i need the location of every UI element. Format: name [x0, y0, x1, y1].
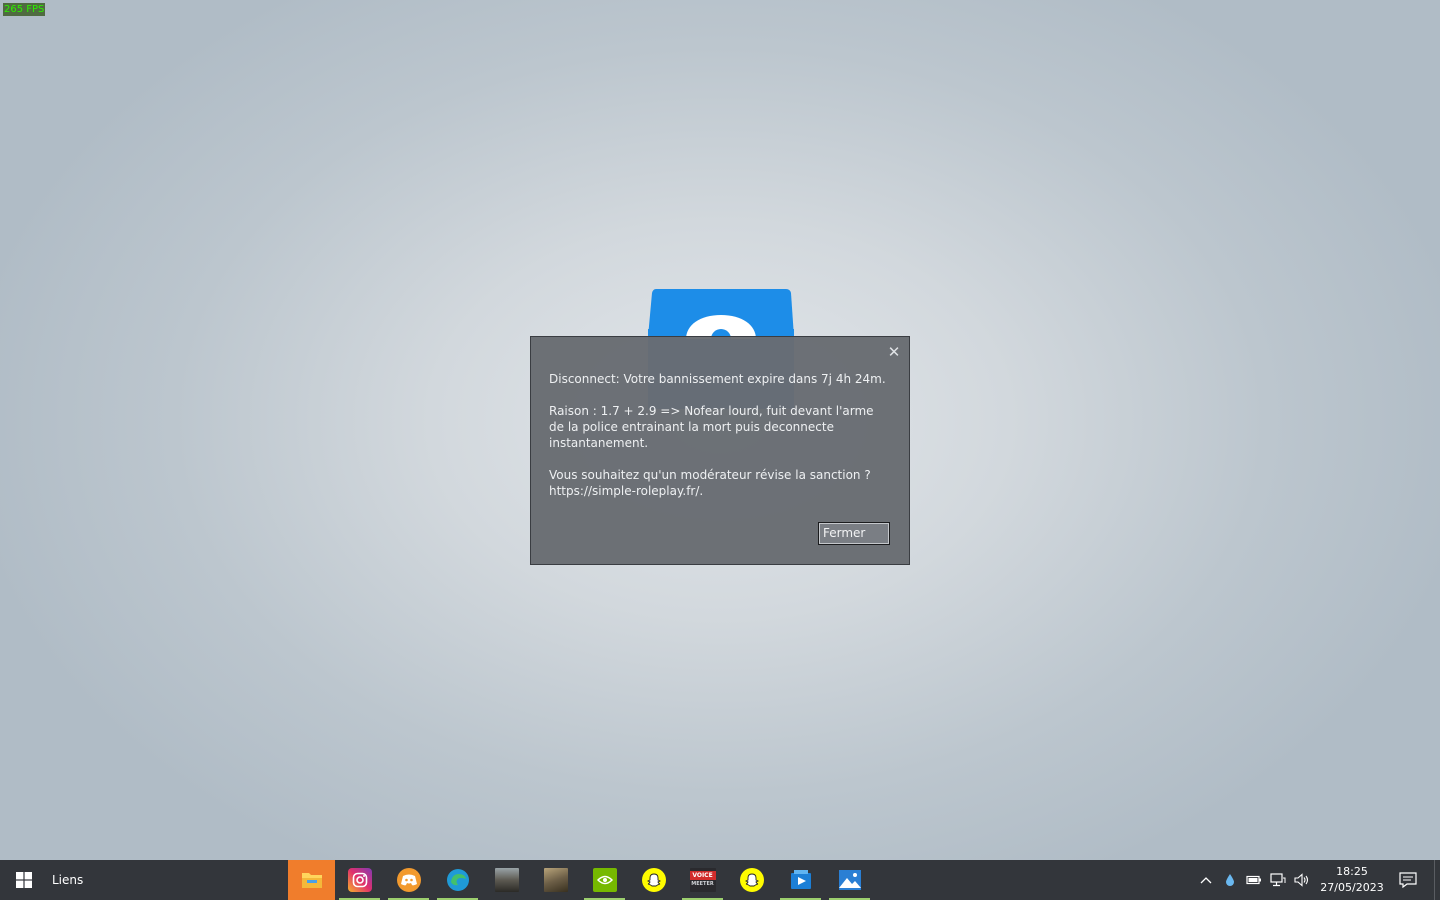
voicemeeter-icon: VOICE MEETER — [689, 868, 716, 892]
dialog-message: Disconnect: Votre bannissement expire da… — [549, 371, 887, 499]
close-icon[interactable]: ✕ — [887, 345, 901, 360]
discord-icon — [396, 868, 421, 892]
links-toolbar[interactable]: Liens — [52, 860, 83, 900]
volume-icon[interactable] — [1294, 872, 1310, 888]
system-tray — [1198, 860, 1310, 900]
appeal-url: https://simple-roleplay.fr/. — [549, 484, 704, 498]
taskbar-app-media-player[interactable] — [776, 860, 825, 900]
game-thumbnail-icon — [494, 868, 519, 892]
taskbar-app-photos[interactable] — [825, 860, 874, 900]
show-desktop-button[interactable] — [1434, 860, 1440, 900]
nvidia-icon — [592, 868, 617, 892]
chevron-up-icon[interactable] — [1198, 872, 1214, 888]
voicemeeter-label-bottom: MEETER — [691, 881, 714, 887]
network-icon[interactable] — [1270, 872, 1286, 888]
clock-time: 18:25 — [1336, 865, 1368, 878]
taskbar-apps: VOICE MEETER — [288, 860, 874, 900]
taskbar-app-voicemeeter[interactable]: VOICE MEETER — [678, 860, 727, 900]
voicemeeter-label-top: VOICE — [689, 871, 716, 880]
taskbar-app-instagram[interactable] — [335, 860, 384, 900]
photos-icon — [838, 870, 861, 890]
snapchat-icon — [641, 868, 666, 892]
appeal-question: Vous souhaitez qu'un modérateur révise l… — [549, 468, 871, 482]
appeal-text: Vous souhaitez qu'un modérateur révise l… — [549, 467, 887, 499]
notification-center-icon[interactable] — [1396, 860, 1420, 900]
taskbar-clock[interactable]: 18:25 27/05/2023 — [1318, 860, 1386, 900]
taskbar-app-game-1[interactable] — [482, 860, 531, 900]
taskbar-app-game-2[interactable] — [531, 860, 580, 900]
taskbar-app-edge[interactable] — [433, 860, 482, 900]
taskbar-app-nvidia[interactable] — [580, 860, 629, 900]
taskbar-app-discord[interactable] — [384, 860, 433, 900]
media-player-icon — [790, 870, 811, 889]
clock-date: 27/05/2023 — [1320, 881, 1384, 894]
snapchat-icon — [739, 868, 764, 892]
windows-logo-icon — [16, 872, 32, 888]
folder-icon — [301, 873, 322, 888]
instagram-icon — [347, 868, 372, 892]
water-drop-icon[interactable] — [1222, 872, 1238, 888]
game-thumbnail-icon — [543, 868, 568, 892]
fps-counter: 265 FPS — [3, 3, 46, 16]
start-button[interactable] — [0, 860, 48, 900]
edge-icon — [446, 869, 469, 891]
taskbar-app-snapchat-2[interactable] — [727, 860, 776, 900]
close-button[interactable]: Fermer — [818, 522, 890, 545]
disconnect-dialog: ✕ Disconnect: Votre bannissement expire … — [530, 336, 910, 565]
taskbar-app-file-explorer[interactable] — [288, 860, 335, 900]
reason-text: Raison : 1.7 + 2.9 => Nofear lourd, fuit… — [549, 404, 874, 450]
battery-icon[interactable] — [1246, 872, 1262, 888]
taskbar-app-snapchat-1[interactable] — [629, 860, 678, 900]
taskbar: Liens VOICE MEETER 18:25 27/05/2023 — [0, 860, 1440, 900]
disconnect-line: Disconnect: Votre bannissement expire da… — [549, 372, 886, 386]
